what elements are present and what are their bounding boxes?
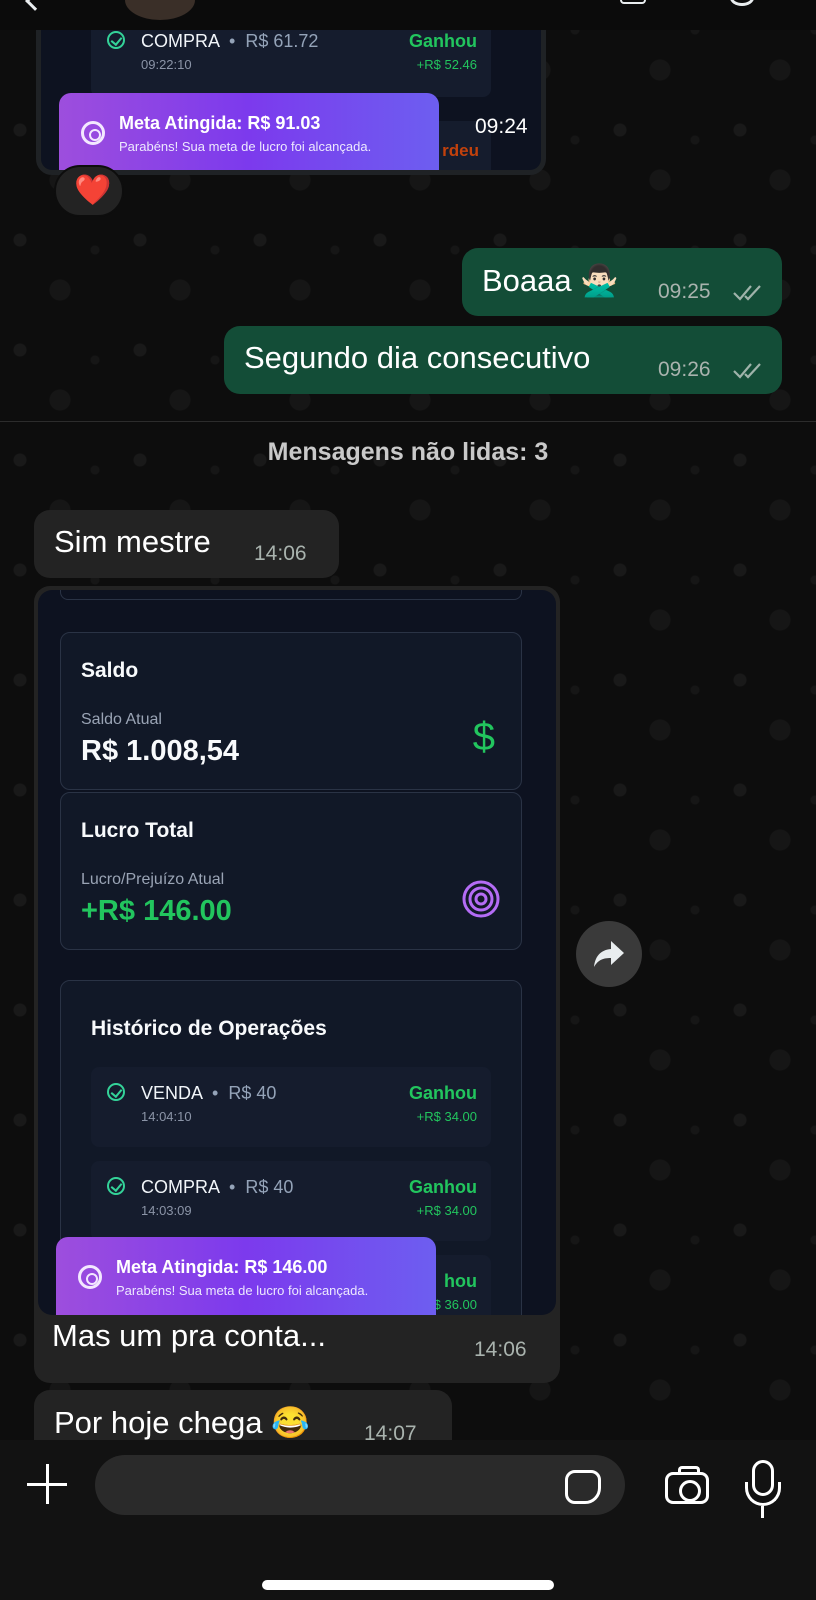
card-title: Lucro Total (81, 819, 194, 842)
operation-amount: R$ 40 (245, 1177, 294, 1197)
history-title: Histórico de Operações (91, 1017, 327, 1040)
balance-value: R$ 1.008,54 (81, 735, 240, 767)
heart-icon: ❤️ (74, 174, 112, 207)
operation-gain: +R$ 52.46 (416, 57, 477, 72)
operation-type: COMPRA (141, 31, 220, 51)
message-incoming[interactable]: Sim mestre 14:06 (34, 510, 339, 578)
home-indicator[interactable] (262, 1580, 554, 1590)
reaction-badge[interactable]: ❤️ (54, 165, 124, 217)
profit-value: +R$ 146.00 (81, 895, 232, 927)
operation-type: VENDA (141, 1083, 203, 1103)
message-time: 09:26 (658, 358, 711, 381)
message-time: 14:07 (364, 1422, 417, 1440)
microphone-icon-stand (745, 1482, 781, 1506)
image-attachment[interactable]: Saldo Saldo Atual R$ 1.008,54 $ Lucro To… (38, 590, 556, 1315)
header-bar (0, 0, 816, 30)
target-icon (81, 121, 105, 145)
operation-result-peek: rdeu (442, 141, 479, 160)
operation-amount: R$ 40 (228, 1083, 277, 1103)
forward-button[interactable] (576, 921, 642, 987)
operation-type: COMPRA (141, 1177, 220, 1197)
toast-title: Meta Atingida: R$ 146.00 (116, 1257, 328, 1277)
message-time: 09:24 (475, 115, 528, 138)
operation-time: 09:22:10 (141, 57, 192, 72)
card-edge (60, 590, 522, 600)
sticker-icon[interactable] (565, 1470, 601, 1504)
message-text: Por hoje chega 😂 (54, 1405, 310, 1440)
message-text: Mas um pra conta... (52, 1318, 326, 1353)
operation-amount: R$ 61.72 (245, 31, 319, 51)
operation-row: COMPRA • R$ 40 14:03:09 Ganhou +R$ 34.00 (91, 1161, 491, 1241)
operation-result: Ganhou (409, 1083, 477, 1103)
operation-time: 14:03:09 (141, 1203, 192, 1218)
operation-result: Ganhou (409, 31, 477, 51)
message-incoming-image[interactable]: Saldo Saldo Atual R$ 1.008,54 $ Lucro To… (34, 586, 560, 1383)
check-icon (107, 1177, 125, 1195)
operation-result: Ganhou (409, 1177, 477, 1197)
phone-icon[interactable] (730, 0, 754, 6)
balance-card: Saldo Saldo Atual R$ 1.008,54 $ (60, 632, 522, 790)
goal-toast: Meta Atingida: R$ 146.00 Parabéns! Sua m… (56, 1237, 436, 1315)
unread-divider-line (0, 421, 816, 422)
profit-card: Lucro Total Lucro/Prejuízo Atual +R$ 146… (60, 792, 522, 950)
message-text: Sim mestre (54, 524, 211, 559)
target-icon (462, 880, 500, 918)
card-label: Saldo Atual (81, 711, 162, 728)
microphone-icon-foot (761, 1506, 764, 1518)
toast-subtitle: Parabéns! Sua meta de lucro foi alcançad… (116, 1283, 369, 1298)
message-text: Segundo dia consecutivo (244, 340, 591, 375)
card-title: Saldo (81, 659, 139, 682)
message-text: Boaaa 🙅🏻‍♂️ (482, 263, 619, 298)
operation-time: 14:04:10 (141, 1109, 192, 1124)
video-call-icon[interactable] (620, 0, 646, 4)
forward-icon (594, 941, 624, 967)
read-receipt-icon (733, 285, 761, 301)
chat-background: COMPRA • R$ 61.72 09:22:10 Ganhou +R$ 52… (0, 0, 816, 1440)
toast-title: Meta Atingida: R$ 91.03 (119, 113, 321, 133)
composer-bar (0, 1440, 816, 1600)
camera-icon[interactable] (665, 1466, 709, 1504)
avatar[interactable] (125, 0, 195, 20)
unread-divider: Mensagens não lidas: 3 (267, 438, 549, 466)
message-outgoing[interactable]: Segundo dia consecutivo 09:26 (224, 326, 782, 394)
toast-subtitle: Parabéns! Sua meta de lucro foi alcançad… (119, 139, 372, 154)
operation-gain: +R$ 34.00 (416, 1203, 477, 1218)
message-time: 14:06 (474, 1338, 527, 1361)
target-icon (78, 1265, 102, 1289)
back-icon[interactable] (25, 0, 45, 11)
dollar-icon: $ (472, 715, 495, 759)
check-icon (107, 31, 125, 49)
message-outgoing[interactable]: Boaaa 🙅🏻‍♂️ 09:25 (462, 248, 782, 316)
check-icon (107, 1083, 125, 1101)
operation-row: VENDA • R$ 40 14:04:10 Ganhou +R$ 34.00 (91, 1067, 491, 1147)
message-time: 09:25 (658, 280, 711, 303)
card-label: Lucro/Prejuízo Atual (81, 871, 225, 888)
operation-gain: +R$ 34.00 (416, 1109, 477, 1124)
goal-toast: Meta Atingida: R$ 91.03 Parabéns! Sua me… (59, 93, 439, 170)
plus-icon-stroke[interactable] (46, 1464, 49, 1504)
message-incoming[interactable]: Por hoje chega 😂 14:07 (34, 1390, 452, 1440)
operation-result-peek: hou (444, 1271, 477, 1291)
message-input[interactable] (95, 1455, 625, 1515)
message-time: 14:06 (254, 542, 307, 565)
read-receipt-icon (733, 363, 761, 379)
